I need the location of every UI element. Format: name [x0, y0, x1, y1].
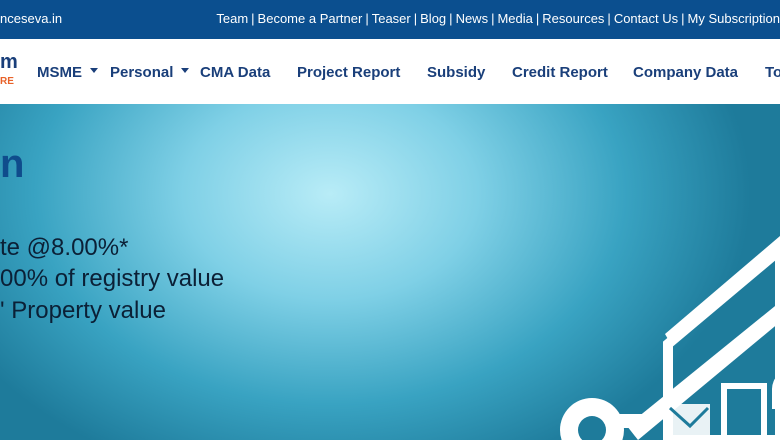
- separator: |: [491, 11, 495, 26]
- nav-item-project-report[interactable]: Project Report: [297, 64, 400, 81]
- hero-line-registry-value: 00% of registry value: [0, 265, 225, 292]
- nav-item-label: Credit Report: [512, 64, 608, 81]
- caret-down-icon: [90, 67, 98, 73]
- top-link-my-subscription[interactable]: My Subscription: [688, 11, 780, 26]
- separator: |: [413, 11, 418, 26]
- nav-item-label: Company Data: [633, 64, 739, 81]
- nav-item-cma-data[interactable]: CMA Data: [200, 64, 270, 81]
- top-link-news[interactable]: News: [456, 11, 489, 26]
- key-shaft: [614, 414, 644, 428]
- house-with-key-icon: [560, 236, 780, 440]
- top-link-media[interactable]: Media: [497, 11, 532, 26]
- caret-down-icon: [181, 67, 190, 73]
- nav-item-credit-report[interactable]: Credit Report: [512, 64, 608, 81]
- nav-item-label: To: [765, 64, 780, 81]
- house-door: [721, 383, 767, 440]
- hero-title: n: [0, 142, 25, 186]
- separator: |: [607, 11, 611, 26]
- logo-text-sub: RE: [0, 76, 14, 87]
- separator: |: [681, 11, 685, 26]
- nav-item-label: MSME: [37, 64, 82, 81]
- site-url-text: nceseva.in: [0, 11, 63, 26]
- top-utility-bar: nceseva.in Team | Become a Partner | Teaser |…: [0, 0, 780, 39]
- top-link-teaser[interactable]: Teaser: [372, 11, 411, 26]
- nav-item-label: CMA Data: [200, 64, 271, 81]
- separator: |: [449, 11, 453, 26]
- nav-item-label: Subsidy: [427, 64, 486, 81]
- hero-banner[interactable]: n te @8.00%* 00% of registry value ' Pro…: [0, 104, 780, 440]
- separator: |: [535, 11, 540, 26]
- top-links: Team | Become a Partner | Teaser | Blog | News | M…: [216, 11, 780, 26]
- top-link-resources[interactable]: Resources: [542, 11, 604, 26]
- top-link-become-partner[interactable]: Become a Partner: [258, 11, 363, 26]
- logo-text-main: m: [0, 51, 18, 73]
- separator: |: [365, 11, 369, 26]
- nav-item-msme[interactable]: MSME: [37, 64, 98, 81]
- top-link-blog[interactable]: Blog: [420, 11, 446, 26]
- nav-item-personal[interactable]: Personal: [110, 64, 190, 81]
- nav-item-label: Personal: [110, 64, 174, 81]
- envelope-shape: [668, 404, 710, 440]
- nav-item-to[interactable]: To: [765, 64, 780, 81]
- separator: |: [251, 11, 255, 26]
- nav-item-label: Project Report: [297, 64, 401, 81]
- main-navbar: m RE MSME Personal CMA Data Project Repo…: [0, 39, 780, 105]
- brand-logo[interactable]: m RE: [0, 51, 20, 91]
- hero-line-property-value: ' Property value: [0, 297, 166, 324]
- hero-line-interest-rate: te @8.00%*: [0, 234, 129, 261]
- nav-item-company-data[interactable]: Company Data: [633, 64, 738, 81]
- nav-item-subsidy[interactable]: Subsidy: [427, 64, 485, 81]
- top-link-contact-us[interactable]: Contact Us: [614, 11, 678, 26]
- top-link-team[interactable]: Team: [216, 11, 248, 26]
